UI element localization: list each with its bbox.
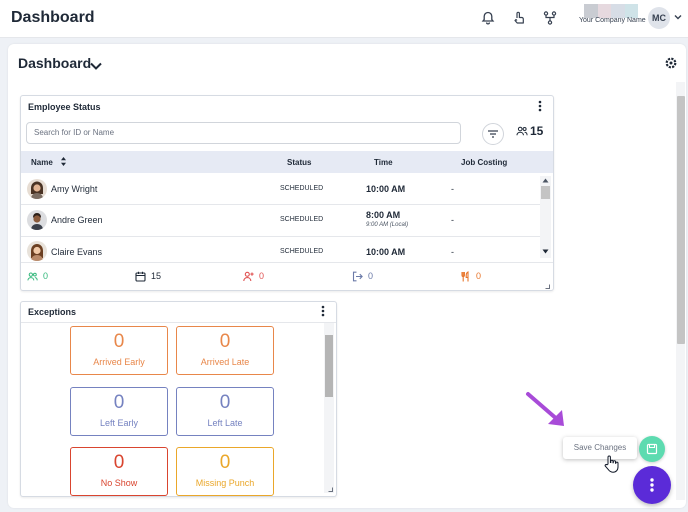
footer-scheduled[interactable]: 15 (135, 270, 161, 282)
calendar-icon (135, 271, 146, 282)
employee-search-input[interactable]: Search for ID or Name (26, 122, 461, 144)
gear-icon[interactable] (664, 56, 678, 70)
user-plus-icon (243, 271, 254, 281)
employee-name[interactable]: Amy Wright (51, 184, 97, 194)
tile-arrived-early[interactable]: 0 Arrived Early (70, 326, 168, 375)
tile-label: Arrived Early (93, 357, 145, 367)
employee-time: 10:00 AM (366, 247, 406, 257)
footer-value: 0 (259, 271, 265, 281)
column-header-time: Time (374, 158, 393, 167)
employee-status: SCHEDULED (280, 248, 324, 255)
company-logo (584, 4, 638, 18)
annotation-arrow-icon (526, 392, 564, 426)
avatar (27, 179, 47, 199)
filter-icon (488, 130, 498, 138)
filter-button[interactable] (482, 123, 504, 145)
table-scrollbar-thumb[interactable] (541, 186, 550, 199)
column-header-job-costing: Job Costing (461, 158, 508, 167)
sort-icon[interactable] (60, 156, 67, 167)
row-divider (21, 236, 540, 237)
bell-icon[interactable] (480, 10, 496, 26)
tile-arrived-late[interactable]: 0 Arrived Late (176, 326, 274, 375)
employee-job-costing: - (451, 184, 454, 194)
employee-status: SCHEDULED (280, 185, 324, 192)
tile-label: Missing Punch (195, 478, 255, 488)
touch-icon[interactable] (511, 10, 527, 26)
tile-value: 0 (113, 452, 125, 473)
logout-icon (352, 271, 363, 281)
row-divider (21, 204, 540, 205)
footer-value: 15 (151, 271, 162, 281)
scroll-down-icon[interactable] (542, 249, 549, 254)
resize-handle-icon[interactable] (545, 284, 550, 289)
users-icon (27, 272, 38, 280)
more-icon[interactable] (320, 305, 326, 317)
footer-value: 0 (476, 271, 482, 281)
tile-no-show[interactable]: 0 No Show (70, 447, 168, 496)
menu-button[interactable] (633, 466, 671, 504)
footer-clocked-in[interactable]: 0 (27, 270, 48, 282)
exceptions-title: Exceptions (28, 307, 77, 317)
hierarchy-icon[interactable] (542, 10, 558, 26)
dashboard-title[interactable]: Dashboard (18, 55, 91, 71)
employee-job-costing: - (451, 215, 454, 225)
exceptions-divider (21, 322, 336, 323)
chevron-down-icon[interactable] (673, 12, 683, 22)
tile-value: 0 (113, 331, 125, 352)
column-header-status: Status (287, 158, 312, 167)
save-changes-button[interactable] (639, 436, 665, 462)
avatar (27, 210, 47, 230)
employee-status-title: Employee Status (28, 102, 101, 112)
footer-absent[interactable]: 0 (243, 270, 264, 282)
company-name: Your Company Name (579, 17, 646, 24)
tile-left-early[interactable]: 0 Left Early (70, 387, 168, 436)
save-changes-tooltip: Save Changes (563, 437, 637, 459)
tile-label: Left Early (99, 418, 139, 428)
scroll-up-icon[interactable] (542, 178, 549, 183)
chevron-down-icon[interactable] (89, 60, 103, 72)
employee-count: 15 (530, 124, 544, 138)
save-icon (646, 443, 658, 455)
employee-status: SCHEDULED (280, 216, 324, 223)
tile-left-late[interactable]: 0 Left Late (176, 387, 274, 436)
employee-local-time: 9:00 AM (Local) (366, 222, 409, 228)
employee-name[interactable]: Claire Evans (51, 247, 102, 257)
tile-label: No Show (100, 478, 138, 488)
footer-divider (21, 262, 553, 263)
tile-value: 0 (219, 452, 231, 473)
users-icon (516, 126, 528, 136)
user-avatar[interactable]: MC (648, 7, 670, 29)
avatar (27, 241, 47, 261)
footer-value: 0 (43, 271, 49, 281)
tile-label: Left Late (207, 418, 243, 428)
tile-label: Arrived Late (200, 357, 250, 367)
footer-clocked-out[interactable]: 0 (352, 270, 373, 282)
app-title: Dashboard (11, 9, 95, 26)
tile-value: 0 (219, 392, 231, 413)
employee-time: 8:00 AM (366, 210, 401, 220)
tile-value: 0 (219, 331, 231, 352)
column-header-name[interactable]: Name (31, 158, 53, 167)
tile-value: 0 (113, 392, 125, 413)
resize-handle-icon[interactable] (328, 487, 333, 492)
employee-time: 10:00 AM (366, 184, 406, 194)
top-bar: Dashboard Your Company Name MC (0, 0, 688, 38)
tile-missing-punch[interactable]: 0 Missing Punch (176, 447, 274, 496)
employee-job-costing: - (451, 247, 454, 257)
exceptions-scrollbar-thumb[interactable] (325, 335, 333, 397)
employee-name[interactable]: Andre Green (51, 215, 103, 225)
fork-knife-icon (461, 270, 469, 281)
footer-value: 0 (368, 271, 374, 281)
more-icon (650, 478, 654, 492)
footer-on-break[interactable]: 0 (460, 270, 481, 282)
hand-cursor-icon (604, 455, 619, 473)
page-scrollbar-thumb[interactable] (677, 96, 685, 344)
more-icon[interactable] (537, 100, 543, 112)
